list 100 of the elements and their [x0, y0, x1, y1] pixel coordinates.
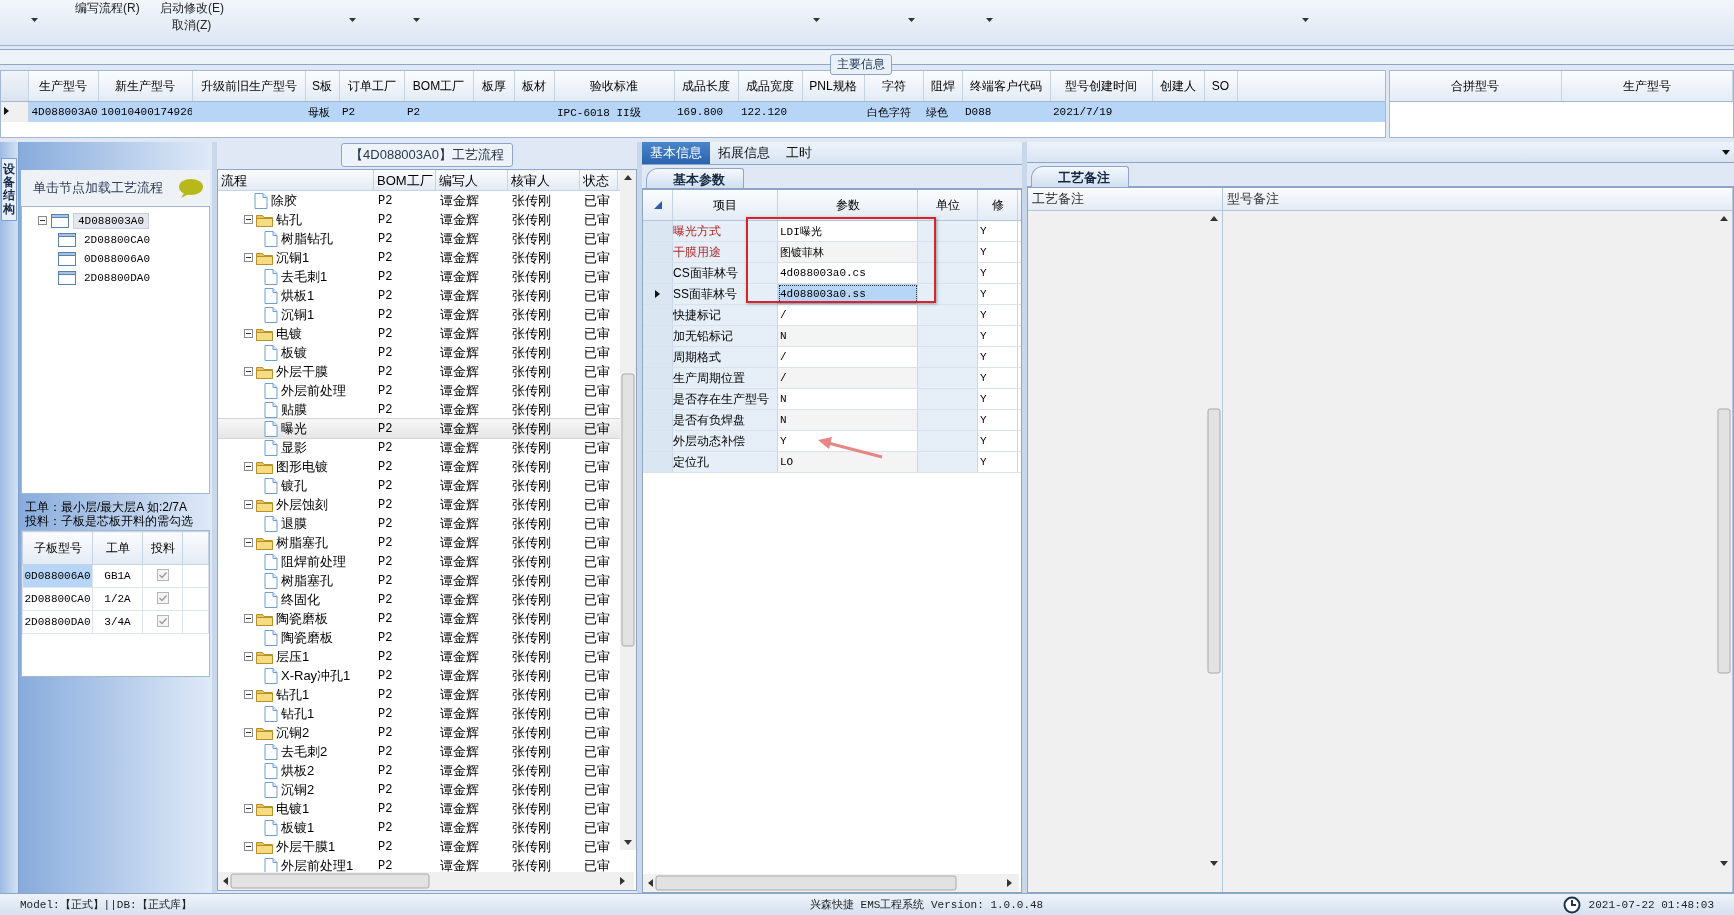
- tree-node[interactable]: 层压1: [276, 647, 310, 666]
- column-header[interactable]: 项目: [673, 190, 778, 220]
- tree-node[interactable]: 显影: [281, 438, 307, 457]
- collapse-icon[interactable]: [244, 500, 253, 509]
- column-header[interactable]: S板: [305, 71, 339, 102]
- dropdown-caret-icon[interactable]: [1722, 149, 1730, 155]
- toolbar-command[interactable]: 编写流程(R): [75, 0, 140, 17]
- tree-node[interactable]: 树脂塞孔: [276, 533, 328, 552]
- column-header[interactable]: 升级前旧生产型号: [192, 71, 305, 102]
- column-header[interactable]: 生产型号: [1561, 71, 1733, 102]
- collapse-icon[interactable]: [244, 804, 253, 813]
- table-cell[interactable]: 4d088003a0.ss: [778, 284, 918, 304]
- column-header[interactable]: 字符: [864, 71, 923, 102]
- table-cell[interactable]: 0D088006A0: [22, 564, 93, 588]
- checked-checkbox[interactable]: [156, 568, 169, 581]
- collapse-icon[interactable]: [244, 728, 253, 737]
- caret-icon[interactable]: [413, 18, 420, 22]
- collapse-icon[interactable]: [244, 538, 253, 547]
- column-header[interactable]: BOM工厂: [404, 71, 473, 102]
- table-cell[interactable]: /: [778, 305, 918, 325]
- tree-node[interactable]: 板镀1: [281, 818, 315, 837]
- tree-node[interactable]: 树脂钻孔: [281, 229, 333, 248]
- column-header[interactable]: 阻焊: [923, 71, 962, 102]
- tree-node[interactable]: X-Ray冲孔1: [281, 666, 351, 685]
- tree-node[interactable]: 沉铜2: [276, 723, 310, 742]
- caret-icon[interactable]: [31, 18, 38, 22]
- column-header[interactable]: 单位: [918, 190, 978, 220]
- tree-node[interactable]: 4D088003A0: [73, 212, 149, 229]
- tree-node[interactable]: 陶瓷磨板: [281, 628, 333, 647]
- column-header[interactable]: PNL规格: [802, 71, 864, 102]
- column-header[interactable]: 终端客户代码: [962, 71, 1050, 102]
- tree-node[interactable]: 钻孔: [276, 210, 302, 229]
- caret-icon[interactable]: [908, 18, 915, 22]
- tree-node[interactable]: 图形电镀: [276, 457, 328, 476]
- table-cell[interactable]: 2D08800CA0: [22, 587, 93, 611]
- vertical-scrollbar[interactable]: [620, 170, 636, 850]
- tree-node[interactable]: 2D08800DA0: [80, 270, 154, 285]
- caret-icon[interactable]: [1302, 18, 1309, 22]
- horizontal-scrollbar[interactable]: [643, 874, 1019, 892]
- collapse-icon[interactable]: [244, 367, 253, 376]
- toolbar-command[interactable]: 取消(Z): [172, 17, 212, 34]
- column-header[interactable]: 编写人: [436, 170, 508, 190]
- table-cell[interactable]: /: [778, 368, 918, 388]
- table-cell[interactable]: 2D08800DA0: [22, 610, 93, 634]
- tree-node[interactable]: 板镀: [281, 343, 307, 362]
- collapse-icon[interactable]: [244, 614, 253, 623]
- tree-node[interactable]: 外层前处理1: [281, 856, 354, 872]
- checked-checkbox[interactable]: [156, 591, 169, 604]
- column-header[interactable]: 合拼型号: [1390, 71, 1561, 102]
- column-header[interactable]: 生产型号: [28, 71, 98, 102]
- column-header[interactable]: 订单工厂: [339, 71, 404, 102]
- collapse-icon[interactable]: [244, 652, 253, 661]
- tree-node[interactable]: 电镀1: [276, 799, 310, 818]
- tree-node[interactable]: 烘板2: [281, 761, 315, 780]
- column-header[interactable]: 验收标准: [554, 71, 674, 102]
- column-header[interactable]: 投料: [142, 531, 183, 565]
- toolbar-command[interactable]: 启动修改(E): [160, 0, 224, 17]
- collapse-icon[interactable]: [244, 253, 253, 262]
- column-header[interactable]: 板厚: [473, 71, 514, 102]
- table-cell[interactable]: /: [778, 347, 918, 367]
- tree-node[interactable]: 0D088006A0: [80, 251, 154, 266]
- vertical-tab[interactable]: 设备结构: [1, 158, 17, 221]
- column-header[interactable]: BOM工厂: [374, 170, 436, 190]
- tree-node[interactable]: 烘板1: [281, 286, 315, 305]
- collapse-icon[interactable]: [244, 215, 253, 224]
- table-cell[interactable]: 4d088003a0.cs: [778, 263, 918, 283]
- tree-node[interactable]: 2D08800CA0: [80, 232, 154, 247]
- tree-node[interactable]: 钻孔1: [276, 685, 310, 704]
- tree-node[interactable]: 除胶: [271, 191, 297, 210]
- column-header[interactable]: SO: [1204, 71, 1237, 102]
- tree-node[interactable]: 沉铜1: [281, 305, 315, 324]
- column-header[interactable]: 流程: [218, 170, 374, 190]
- column-header[interactable]: 板材: [514, 71, 554, 102]
- tree-node[interactable]: 外层前处理: [281, 381, 346, 400]
- collapse-icon[interactable]: [244, 462, 253, 471]
- tab[interactable]: 工艺备注: [1031, 166, 1129, 189]
- table-cell[interactable]: LO: [778, 452, 918, 472]
- column-header[interactable]: 参数: [778, 190, 918, 220]
- table-cell[interactable]: LDI曝光: [778, 221, 918, 241]
- tree-node[interactable]: 曝光: [281, 419, 307, 438]
- column-header[interactable]: 创建人: [1152, 71, 1204, 102]
- column-header[interactable]: 成品宽度: [738, 71, 802, 102]
- tree-node[interactable]: 终固化: [281, 590, 320, 609]
- tree-node[interactable]: 去毛刺1: [281, 267, 328, 286]
- table-cell[interactable]: 图镀菲林: [778, 242, 918, 262]
- column-header[interactable]: 新生产型号: [98, 71, 192, 102]
- collapse-icon[interactable]: [38, 216, 47, 225]
- tree-node[interactable]: 陶瓷磨板: [276, 609, 328, 628]
- tab[interactable]: 拓展信息: [710, 142, 778, 164]
- column-header[interactable]: 成品长度: [674, 71, 738, 102]
- tree-node[interactable]: 退膜: [281, 514, 307, 533]
- column-header[interactable]: 核审人: [508, 170, 580, 190]
- tree-node[interactable]: 外层干膜1: [276, 837, 336, 856]
- tab[interactable]: 基本参数: [646, 168, 744, 188]
- tree-node[interactable]: 沉铜1: [276, 248, 310, 267]
- tree-node[interactable]: 沉铜2: [281, 780, 315, 799]
- collapse-icon[interactable]: [244, 329, 253, 338]
- column-header[interactable]: 工单: [92, 531, 143, 565]
- column-header[interactable]: 修: [978, 190, 1018, 220]
- tab[interactable]: 工时: [778, 142, 820, 164]
